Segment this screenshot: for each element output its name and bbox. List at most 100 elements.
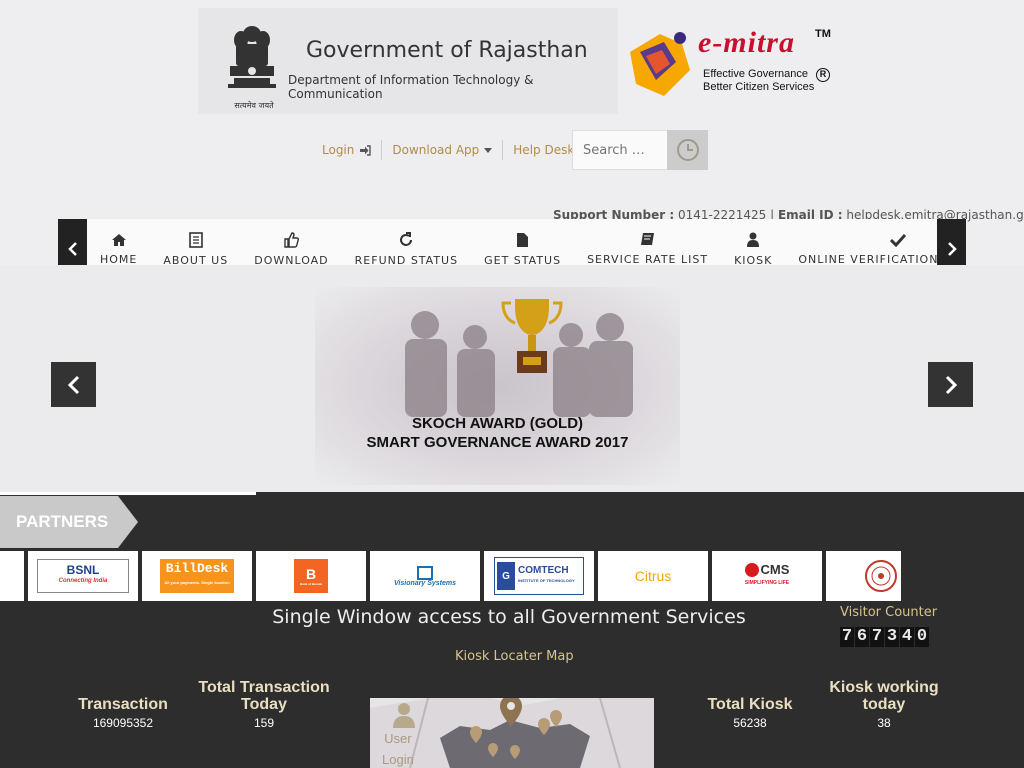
- comtech-logo-text: COMTECH: [518, 565, 569, 576]
- stat-kiosk-working-today: Kiosk working today 38: [824, 679, 944, 730]
- government-banner: सत्यमेव जयते Government of Rajasthan Dep…: [198, 8, 618, 114]
- partners-heading: PARTNERS: [0, 496, 118, 548]
- stat-label: Total Kiosk: [707, 696, 793, 713]
- counter-digit: 3: [885, 627, 899, 647]
- partners-heading-tip: [118, 496, 138, 548]
- caret-down-icon: [484, 147, 493, 153]
- counter-digit: 7: [840, 627, 854, 647]
- section-divider: [0, 492, 256, 495]
- partner-logo-comtech[interactable]: G COMTECH INSTITUTE OF TECHNOLOGY: [484, 551, 594, 601]
- slide-heading-line-1: SKOCH AWARD (GOLD): [411, 415, 584, 432]
- chevron-right-icon: [945, 375, 957, 394]
- map-user-login[interactable]: [390, 702, 418, 728]
- search-input[interactable]: [572, 130, 668, 170]
- billdesk-tagline: All your payments. Single location: [164, 580, 230, 585]
- login-label: Login: [322, 143, 355, 157]
- bank-of-baroda-mark-icon: B: [305, 566, 317, 582]
- registered-mark: R: [816, 68, 830, 82]
- home-icon: [111, 233, 126, 246]
- partners-and-stats-section: PARTNERS BSNL Connecting India BillDesk …: [0, 492, 1024, 768]
- partner-logo-billdesk[interactable]: BillDesk All your payments. Single locat…: [142, 551, 252, 601]
- billdesk-logo-text: BillDesk: [165, 561, 229, 576]
- cms-mark-icon: [744, 563, 759, 577]
- comtech-mark-icon: G: [497, 562, 515, 590]
- trademark-mark: TM: [815, 28, 831, 40]
- cms-logo-text: CMS: [760, 562, 790, 577]
- chevron-right-icon: [947, 242, 957, 256]
- award-slide-image: SKOCH AWARD (GOLD) SMART GOVERNANCE AWAR…: [315, 287, 680, 485]
- comtech-tagline: INSTITUTE OF TECHNOLOGY: [518, 578, 575, 583]
- stat-total-kiosk: Total Kiosk 56238: [700, 696, 800, 730]
- partner-logos: BSNL Connecting India BillDesk All your …: [0, 551, 901, 601]
- visionary-systems-mark-icon: [417, 565, 433, 580]
- slider-next-button[interactable]: [928, 362, 973, 407]
- book-icon: [640, 233, 654, 245]
- stat-label-line-2: today: [862, 696, 906, 713]
- bank-of-baroda-text: Bank of Baroda: [299, 582, 323, 586]
- counter-digit: 6: [855, 627, 869, 647]
- ashoka-emblem-icon: [228, 26, 276, 88]
- emblem-motto: सत्यमेव जयते: [234, 101, 274, 110]
- stat-label: Transaction: [78, 696, 168, 713]
- circular-seal-icon: [865, 560, 897, 592]
- refresh-icon: [400, 231, 413, 246]
- award-slider: SKOCH AWARD (GOLD) SMART GOVERNANCE AWAR…: [0, 265, 1024, 492]
- partner-logo-visionary-systems[interactable]: Visionary Systems: [370, 551, 480, 601]
- tagline-line-1: Effective Governance: [703, 68, 808, 80]
- nav-item-label: HOME: [100, 252, 138, 266]
- top-links: Login Download App Help Desk: [312, 130, 597, 170]
- bsnl-tagline: Connecting India: [58, 578, 108, 584]
- citrus-logo-text: Citrus: [634, 568, 672, 584]
- visionary-systems-text: Visionary Systems: [394, 579, 456, 587]
- visitor-counter: 7 6 7 3 4 0: [840, 627, 929, 647]
- download-app-label: Download App: [392, 143, 480, 157]
- stat-value: 38: [877, 716, 891, 730]
- user-icon: [393, 703, 415, 728]
- stat-transaction: Transaction 169095352: [70, 696, 176, 730]
- stat-value: 159: [253, 716, 275, 730]
- partner-logo-seal[interactable]: [826, 551, 901, 601]
- sign-in-icon: [360, 144, 372, 156]
- partner-logo-citrus[interactable]: Citrus: [598, 551, 708, 601]
- slide-heading-line-2: SMART GOVERNANCE AWARD 2017: [366, 434, 629, 451]
- partner-logo-bsnl[interactable]: BSNL Connecting India: [28, 551, 138, 601]
- stat-transaction-today: Total Transaction Today 159: [194, 679, 334, 730]
- partner-logo[interactable]: [0, 551, 24, 601]
- chevron-left-icon: [67, 242, 77, 256]
- visitor-counter-label: Visitor Counter: [840, 605, 938, 620]
- kiosk-locator-map-link[interactable]: Kiosk Locater Map: [455, 649, 574, 664]
- download-app-dropdown[interactable]: Download App: [381, 140, 502, 160]
- partner-logo-bank-of-baroda[interactable]: B Bank of Baroda: [256, 551, 366, 601]
- check-icon: [890, 233, 907, 247]
- clock-icon: [676, 139, 699, 161]
- stat-label-line-1: Total Transaction: [198, 679, 330, 696]
- brand-name: e-mitra: [698, 26, 795, 59]
- chevron-left-icon: [67, 375, 79, 394]
- file-icon: [517, 232, 529, 247]
- counter-digit: 4: [900, 627, 914, 647]
- document-icon: [188, 231, 203, 248]
- help-desk-label: Help Desk: [513, 143, 575, 157]
- partner-logo-cms[interactable]: CMS SIMPLIFYING LIFE: [712, 551, 822, 601]
- government-title: Government of Rajasthan: [306, 38, 588, 63]
- stat-value: 169095352: [92, 716, 154, 730]
- award-ceremony-image: [405, 299, 633, 417]
- map-user-login-line-1: User: [384, 731, 412, 746]
- map-user-login-label[interactable]: User Login: [382, 728, 414, 768]
- stat-label-line-2: Today: [241, 696, 287, 713]
- stat-label-line-1: Kiosk working: [829, 679, 939, 696]
- emitra-mark-icon: [630, 32, 690, 96]
- emitra-logo[interactable]: e-mitra TM Effective Governance Better C…: [620, 22, 835, 102]
- user-icon: [747, 232, 760, 247]
- department-name: Department of Information Technology & C…: [288, 73, 534, 101]
- kiosk-locator-map[interactable]: User Login: [370, 698, 654, 768]
- slider-prev-button[interactable]: [51, 362, 96, 407]
- counter-digit: 0: [915, 627, 929, 647]
- bsnl-logo-text: BSNL: [66, 563, 100, 577]
- login-link[interactable]: Login: [312, 140, 381, 160]
- nav-item-label: ONLINE VERIFICATION SECTION: [798, 252, 937, 266]
- cms-tagline: SIMPLIFYING LIFE: [744, 580, 790, 586]
- stat-value: 56238: [733, 716, 767, 730]
- tagline-line-2: Better Citizen Services: [703, 81, 815, 93]
- search-button[interactable]: [667, 130, 708, 170]
